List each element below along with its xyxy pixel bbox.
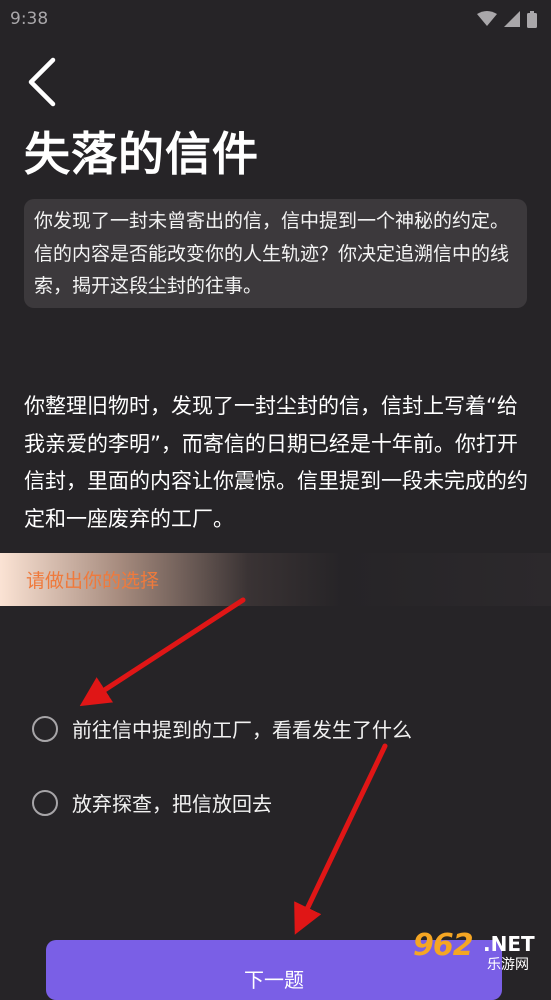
intro-box: 你发现了一封未曾寄出的信，信中提到一个神秘的约定。信的内容是否能改变你的人生轨迹… [24,199,527,308]
radio-button[interactable] [32,789,58,816]
signal-icon [504,11,520,27]
chevron-left-icon [28,57,56,107]
option-2[interactable]: 放弃探查，把信放回去 [32,788,272,817]
watermark-site: 乐游网 [487,957,529,973]
status-icons [477,10,537,28]
battery-icon [527,10,537,28]
radio-button[interactable] [32,715,58,742]
story-text: 你整理旧物时，发现了一封尘封的信，信封上写着“给我亲爱的李明”，而寄信的日期已经… [24,394,528,531]
watermark-net: .NET [483,932,535,956]
status-time: 9:38 [10,9,49,29]
watermark-logo: 962 .NET 乐游网 [413,928,545,974]
option-1[interactable]: 前往信中提到的工厂，看看发生了什么 [32,714,412,743]
annotation-arrow [294,743,388,935]
back-button[interactable] [18,54,66,110]
intro-text: 你发现了一封未曾寄出的信，信中提到一个神秘的约定。信的内容是否能改变你的人生轨迹… [34,210,510,297]
watermark-number: 962 [413,928,474,963]
wifi-icon [477,11,497,26]
annotation-arrow [79,597,246,707]
choice-prompt-banner: 请做出你的选择 [0,553,551,606]
option-label: 前往信中提到的工厂，看看发生了什么 [72,718,412,742]
choice-prompt-text: 请做出你的选择 [26,570,160,592]
option-label: 放弃探查，把信放回去 [72,792,272,816]
page-title: 失落的信件 [24,127,259,181]
status-bar: 9:38 [0,0,551,38]
